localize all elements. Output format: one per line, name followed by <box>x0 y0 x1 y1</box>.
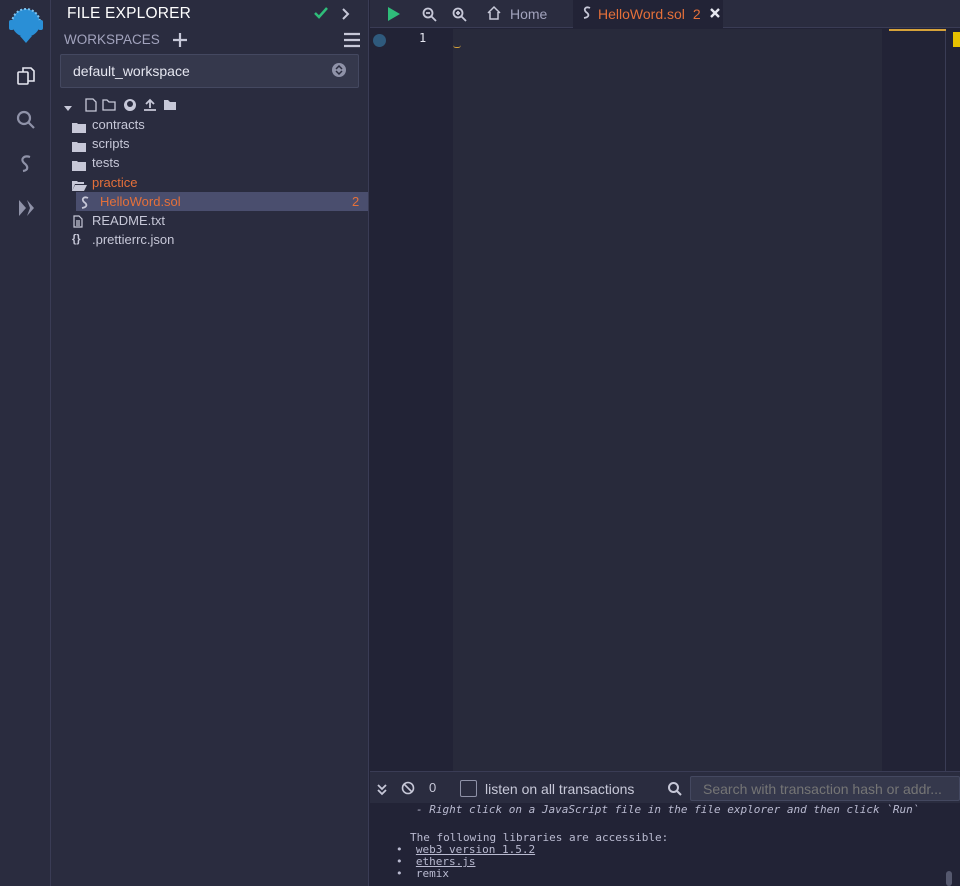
tab-label: Home <box>510 6 548 22</box>
remix-logo-icon[interactable] <box>0 2 51 46</box>
tree-folder-tests[interactable]: tests <box>51 153 369 172</box>
icon-panel <box>0 0 51 886</box>
editor-scrollbar[interactable] <box>946 29 960 771</box>
list-item: • remix <box>396 867 449 880</box>
tree-file-readme[interactable]: README.txt <box>51 211 369 230</box>
check-icon <box>313 6 329 25</box>
terminal-toolbar: 0 listen on all transactions <box>370 771 960 803</box>
editor-gutter: 1 <box>370 29 453 771</box>
tree-label: contracts <box>92 117 145 132</box>
terminal-output: - Right click on a JavaScript file in th… <box>370 803 960 886</box>
home-icon <box>486 5 502 24</box>
tree-label: HelloWord.sol <box>100 194 181 209</box>
json-file-icon: {} <box>72 233 81 245</box>
terminal-scrollbar[interactable] <box>946 871 952 886</box>
panel-title: FILE EXPLORER <box>67 5 192 22</box>
workspaces-label: WORKSPACES <box>64 32 160 47</box>
create-workspace-icon[interactable] <box>172 32 188 53</box>
zoom-in-button[interactable] <box>447 0 471 28</box>
tab-helloword[interactable]: HelloWord.sol 2 <box>573 0 723 28</box>
tree-file-prettierrc[interactable]: {} .prettierrc.json <box>51 230 369 249</box>
listen-label: listen on all transactions <box>485 781 635 797</box>
side-panel: FILE EXPLORER WORKSPACES default_workspa… <box>51 0 369 886</box>
pending-tx-count: 0 <box>429 780 437 795</box>
workspace-select[interactable]: default_workspace <box>60 54 359 88</box>
run-script-button[interactable] <box>382 0 406 28</box>
solidity-compiler-icon[interactable] <box>0 144 51 184</box>
tab-error-badge: 2 <box>692 6 701 22</box>
error-squiggle <box>453 45 461 48</box>
terminal-hint-line: - Right click on a JavaScript file in th… <box>416 803 920 816</box>
breakpoint-dot-icon[interactable] <box>373 34 386 47</box>
new-folder-icon[interactable] <box>102 98 116 116</box>
search-icon[interactable] <box>0 100 51 140</box>
workspace-select-value: default_workspace <box>73 63 190 79</box>
line-number: 1 <box>419 31 427 45</box>
close-icon[interactable] <box>709 6 721 22</box>
code-editor[interactable] <box>453 29 882 771</box>
tabs-bar: Home HelloWord.sol 2 <box>370 0 960 28</box>
zoom-out-button[interactable] <box>417 0 441 28</box>
tree-label: .prettierrc.json <box>92 232 175 247</box>
error-count-badge: 2 <box>352 194 360 209</box>
tab-label: HelloWord.sol <box>598 6 685 22</box>
warning-marker <box>953 32 960 47</box>
clear-console-icon[interactable] <box>401 781 415 800</box>
chevron-right-icon[interactable] <box>341 7 351 26</box>
editor-minimap <box>882 29 946 771</box>
tree-folder-scripts[interactable]: scripts <box>51 134 369 153</box>
tx-search-input[interactable] <box>690 776 960 801</box>
settings-icon[interactable] <box>20 880 30 886</box>
tree-label: scripts <box>92 136 130 151</box>
remix-lib-label: remix <box>415 867 449 880</box>
hamburger-menu-icon[interactable] <box>343 32 361 53</box>
solidity-file-icon <box>582 6 592 22</box>
tree-label: tests <box>92 155 120 170</box>
deploy-run-icon[interactable] <box>0 188 51 228</box>
tab-home[interactable]: Home <box>478 0 570 28</box>
overview-ruler-mark <box>889 29 946 31</box>
upload-folder-icon[interactable] <box>163 98 177 116</box>
tree-folder-contracts[interactable]: contracts <box>51 115 369 134</box>
search-icon <box>668 782 682 801</box>
file-explorer-icon[interactable] <box>0 56 51 96</box>
listen-checkbox[interactable] <box>460 780 477 797</box>
tree-label: README.txt <box>92 213 165 228</box>
tree-label: practice <box>92 175 138 190</box>
double-chevron-down-icon[interactable] <box>377 783 387 801</box>
select-arrows-icon <box>332 63 346 77</box>
tree-folder-practice[interactable]: practice <box>51 173 369 192</box>
tree-file-helloword[interactable]: HelloWord.sol 2 <box>76 192 368 211</box>
